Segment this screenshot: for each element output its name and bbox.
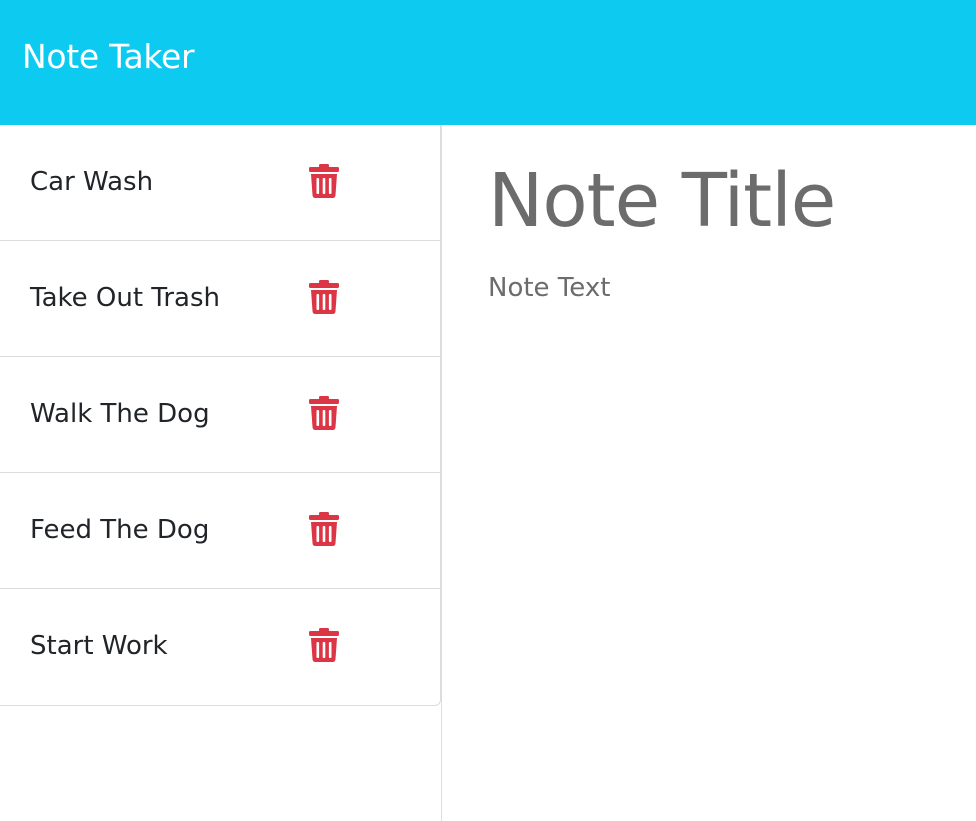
note-list-item[interactable]: Car Wash	[0, 125, 440, 241]
trash-icon[interactable]	[309, 512, 339, 546]
trash-icon[interactable]	[309, 280, 339, 314]
note-text-area[interactable]	[488, 271, 958, 791]
note-editor	[442, 125, 976, 821]
note-title-input[interactable]	[488, 151, 968, 251]
trash-icon[interactable]	[309, 396, 339, 430]
note-list-item[interactable]: Walk The Dog	[0, 357, 440, 473]
note-list-item[interactable]: Feed The Dog	[0, 473, 440, 589]
note-item-title[interactable]: Start Work	[30, 629, 168, 663]
note-item-title[interactable]: Walk The Dog	[30, 397, 210, 431]
note-item-title[interactable]: Car Wash	[30, 165, 153, 199]
note-item-title[interactable]: Feed The Dog	[30, 513, 209, 547]
trash-icon[interactable]	[309, 164, 339, 198]
trash-icon[interactable]	[309, 628, 339, 662]
app-title-link[interactable]: Note Taker	[22, 36, 195, 78]
note-list-sidebar: Car Wash Take Out Trash Walk The Dog Fee…	[0, 125, 442, 821]
note-item-title[interactable]: Take Out Trash	[30, 281, 220, 315]
navbar: Note Taker	[0, 0, 976, 125]
note-list: Car Wash Take Out Trash Walk The Dog Fee…	[0, 125, 441, 706]
note-list-item[interactable]: Take Out Trash	[0, 241, 440, 357]
note-list-item[interactable]: Start Work	[0, 589, 440, 705]
